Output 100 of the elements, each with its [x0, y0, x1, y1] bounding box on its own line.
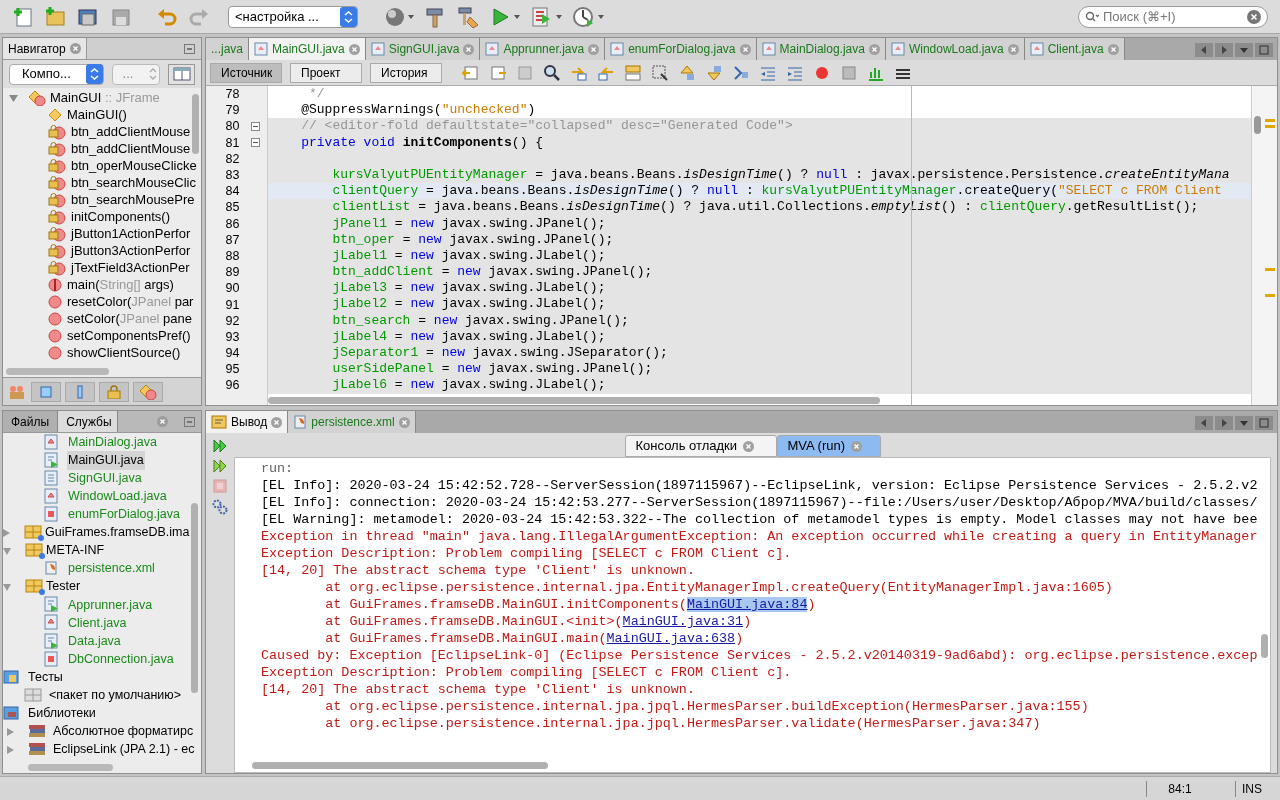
close-icon[interactable] — [851, 440, 863, 452]
file-tab[interactable]: MainGUI.java — [249, 38, 366, 60]
panel-tab[interactable]: Файлы — [3, 411, 59, 432]
close-icon[interactable] — [157, 416, 168, 427]
scrollbar-thumb[interactable] — [191, 503, 198, 693]
tree-item[interactable]: Тесты — [27, 667, 64, 687]
tree-item[interactable]: META-INF — [46, 541, 105, 560]
view-toggle[interactable]: Источник — [210, 62, 282, 83]
broom-hammer-icon[interactable] — [456, 4, 480, 29]
panel-tab[interactable]: Службы — [58, 411, 119, 432]
tree-item[interactable]: <пакет по умолчанию> — [48, 686, 182, 705]
run-icon[interactable] — [490, 5, 520, 28]
stop-icon[interactable] — [840, 63, 858, 82]
file-tab[interactable]: Apprunner.java — [480, 38, 606, 60]
close-icon[interactable] — [271, 416, 283, 428]
rerun-icon[interactable] — [212, 438, 228, 454]
scroll-right-icon[interactable] — [1215, 416, 1233, 430]
close-icon[interactable] — [588, 43, 600, 55]
file-tab[interactable]: Вывод — [206, 411, 289, 433]
close-icon[interactable] — [463, 43, 475, 55]
filter-button[interactable] — [65, 381, 95, 402]
tree-item[interactable]: Data.java — [67, 631, 122, 651]
tree-item[interactable]: Tester — [46, 577, 81, 597]
dropdown-icon[interactable] — [1235, 43, 1253, 57]
minimize-icon[interactable] — [1255, 416, 1273, 430]
toggle-highlight-icon[interactable] — [624, 63, 642, 82]
shift-down-icon[interactable] — [705, 63, 723, 82]
new-project-icon[interactable] — [44, 5, 66, 28]
view-toggle[interactable]: Проект — [290, 62, 362, 83]
tree-item[interactable]: EclipseLink (JPA 2.1) - ec — [52, 740, 196, 759]
view-toggle[interactable]: История — [370, 62, 442, 83]
scroll-right-icon[interactable] — [1215, 43, 1233, 57]
file-tab[interactable]: WindowLoad.java — [885, 38, 1025, 60]
minimize-icon[interactable] — [184, 416, 195, 427]
tree-item[interactable]: MainDialog.java — [67, 433, 158, 452]
profile-icon[interactable] — [572, 4, 604, 29]
search-input[interactable]: Поиск (⌘+I) — [1103, 6, 1243, 27]
view-dropdown[interactable]: Компо... — [9, 63, 104, 85]
shift-up-icon[interactable] — [678, 63, 696, 82]
minimize-icon[interactable] — [1255, 43, 1273, 57]
rerun-icon[interactable] — [212, 458, 228, 474]
minimize-icon[interactable] — [184, 43, 195, 54]
console-tab[interactable]: MVA (run) — [776, 435, 881, 457]
file-tab[interactable]: ...java — [206, 38, 249, 60]
fold-icon[interactable] — [250, 138, 260, 148]
stack-trace-link[interactable]: MainGUI.java:31 — [622, 614, 744, 629]
collapsed-arrow-icon[interactable] — [7, 727, 14, 736]
scrollbar-thumb[interactable] — [1254, 116, 1261, 134]
find-icon[interactable] — [543, 63, 561, 82]
scrollbar-thumb[interactable] — [28, 764, 113, 771]
select-icon[interactable] — [651, 63, 669, 82]
tree-item[interactable]: Apprunner.java — [67, 595, 154, 615]
filter-button[interactable] — [99, 381, 129, 402]
scroll-left-icon[interactable] — [1195, 43, 1213, 57]
scrollbar-thumb[interactable] — [6, 367, 109, 375]
tree-item[interactable]: Client.java — [67, 613, 128, 633]
close-icon[interactable] — [868, 43, 880, 55]
forward-icon[interactable] — [516, 63, 534, 82]
tree-item[interactable]: GuiFrames.framseDB.ima — [45, 523, 190, 542]
scrollbar-thumb[interactable] — [252, 762, 548, 769]
debug-icon[interactable] — [530, 4, 562, 29]
filter-button[interactable] — [31, 381, 61, 402]
tree-item[interactable]: MainGUI.java — [67, 450, 145, 470]
close-icon[interactable] — [1007, 43, 1019, 55]
history-icon[interactable] — [489, 63, 507, 82]
tree-item[interactable]: Абсолютное форматирс — [52, 722, 195, 741]
file-tab[interactable]: MainDialog.java — [756, 38, 886, 60]
close-icon[interactable] — [398, 416, 410, 428]
close-icon[interactable] — [348, 43, 360, 55]
stack-trace-link[interactable]: MainGUI.java:84 — [686, 597, 808, 612]
hammer-icon[interactable] — [424, 5, 446, 28]
tree-item[interactable]: DbConnection.java — [67, 649, 175, 669]
file-tab[interactable]: enumForDialog.java — [605, 38, 757, 60]
back-icon[interactable] — [462, 63, 480, 82]
scroll-left-icon[interactable] — [1195, 416, 1213, 430]
configuration-dropdown[interactable]: <настройка ... — [228, 5, 358, 28]
close-icon[interactable] — [743, 440, 754, 452]
file-tab[interactable]: Client.java — [1024, 38, 1125, 60]
close-icon[interactable] — [739, 43, 751, 55]
scrollbar-thumb[interactable] — [268, 396, 880, 404]
stack-trace-link[interactable]: MainGUI.java:638 — [606, 631, 736, 646]
layout-button[interactable] — [168, 63, 195, 85]
search-field[interactable]: Поиск (⌘+I) — [1078, 5, 1268, 28]
dropdown-icon[interactable] — [1235, 416, 1253, 430]
panel-tab[interactable]: Навигатор — [3, 38, 87, 59]
scrollbar-thumb[interactable] — [1261, 634, 1268, 658]
collapsed-arrow-icon[interactable] — [3, 528, 10, 537]
expanded-arrow-icon[interactable] — [9, 93, 18, 102]
tree-item[interactable]: WindowLoad.java — [67, 486, 168, 506]
expanded-arrow-icon[interactable] — [3, 582, 11, 591]
tree-item[interactable]: enumForDialog.java — [67, 505, 181, 524]
expanded-arrow-icon[interactable] — [3, 546, 11, 555]
filter-button[interactable] — [133, 381, 163, 402]
close-icon[interactable] — [69, 43, 81, 54]
clear-icon[interactable] — [1247, 9, 1261, 24]
close-icon[interactable] — [1107, 43, 1119, 55]
collapsed-arrow-icon[interactable] — [7, 745, 14, 754]
tree-item[interactable]: SignGUI.java — [67, 468, 143, 488]
tree-item[interactable]: Библиотеки — [27, 704, 97, 723]
fold-icon[interactable] — [250, 121, 260, 131]
